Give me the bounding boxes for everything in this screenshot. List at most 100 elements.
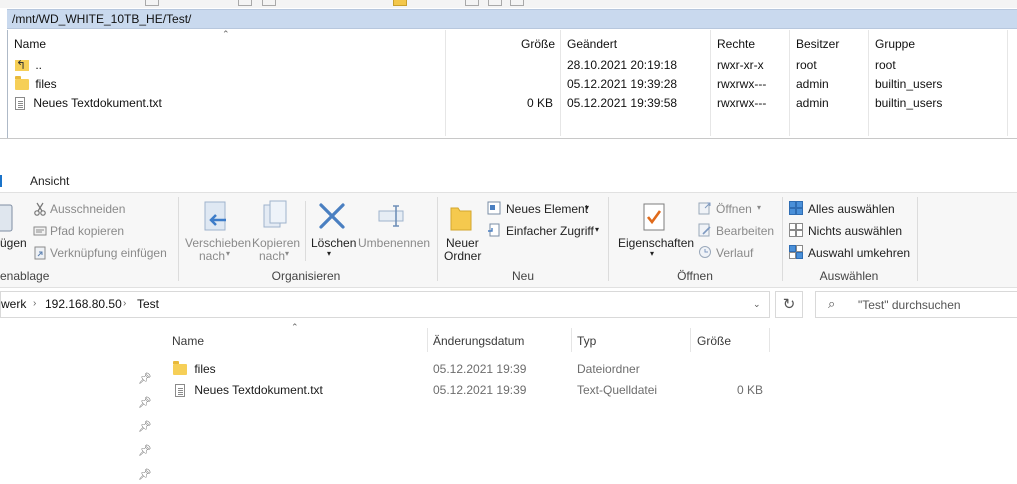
table-row[interactable]: files bbox=[15, 75, 57, 94]
pin-icon[interactable]: 📌︎ bbox=[138, 420, 152, 433]
file-modified: 05.12.2021 19:39:28 bbox=[567, 77, 678, 91]
new-item-button[interactable]: Neues Element bbox=[506, 202, 588, 216]
breadcrumb-folder[interactable]: Test bbox=[137, 297, 159, 311]
toolbar-icon[interactable] bbox=[488, 0, 502, 6]
move-to-label-1[interactable]: Verschieben bbox=[185, 236, 251, 250]
folder-icon[interactable] bbox=[393, 0, 407, 6]
ribbon-group-divider bbox=[917, 197, 918, 281]
item-date: 05.12.2021 19:39 bbox=[433, 362, 527, 376]
column-header-type[interactable]: Typ bbox=[577, 332, 596, 350]
table-row[interactable]: Neues Textdokument.txt bbox=[15, 94, 162, 113]
open-button[interactable]: Öffnen bbox=[716, 202, 752, 216]
column-divider[interactable] bbox=[571, 328, 572, 352]
group-label-select: Auswählen bbox=[819, 269, 879, 283]
delete-button[interactable]: Löschen bbox=[311, 236, 356, 250]
new-folder-label-2[interactable]: Ordner bbox=[444, 249, 481, 263]
column-divider[interactable] bbox=[710, 30, 711, 136]
column-header-rights[interactable]: Rechte bbox=[717, 30, 755, 58]
remote-file-list[interactable]: Name ⌃ Größe Geändert Rechte Besitzer Gr… bbox=[7, 29, 1017, 138]
toolbar-icon[interactable] bbox=[510, 0, 524, 6]
file-name: Neues Textdokument.txt bbox=[33, 96, 162, 110]
column-header-name[interactable]: Name bbox=[14, 30, 46, 58]
item-type: Dateiordner bbox=[577, 362, 640, 376]
column-divider[interactable] bbox=[789, 30, 790, 136]
history-button[interactable]: Verlauf bbox=[716, 246, 753, 260]
column-divider[interactable] bbox=[769, 328, 770, 352]
select-all-button[interactable]: Alles auswählen bbox=[808, 202, 895, 216]
pin-icon[interactable]: 📌︎ bbox=[138, 468, 152, 481]
remote-path-bar[interactable]: /mnt/WD_WHITE_10TB_HE/Test/ bbox=[7, 9, 1017, 29]
file-owner: admin bbox=[796, 96, 829, 110]
table-row[interactable]: .. bbox=[15, 56, 42, 75]
address-bar[interactable]: werk › 192.168.80.50 › Test ⌄ bbox=[0, 291, 770, 318]
rename-button[interactable]: Umbenennen bbox=[358, 236, 430, 250]
file-name: .. bbox=[35, 58, 43, 72]
dropdown-arrow-icon: ▾ bbox=[650, 249, 655, 258]
dropdown-arrow-icon: ▾ bbox=[226, 249, 231, 258]
toolbar-icon[interactable] bbox=[465, 0, 479, 6]
breadcrumb-host[interactable]: 192.168.80.50 bbox=[45, 297, 122, 311]
pin-icon[interactable]: 📌︎ bbox=[138, 372, 152, 385]
column-header-size[interactable]: Größe bbox=[445, 30, 555, 58]
invert-selection-icon bbox=[789, 245, 803, 259]
select-none-icon bbox=[789, 223, 803, 237]
toolbar-icon[interactable] bbox=[262, 0, 276, 6]
chevron-right-icon[interactable]: › bbox=[33, 298, 36, 309]
text-file-icon bbox=[175, 384, 185, 398]
chevron-right-icon[interactable]: › bbox=[123, 298, 126, 309]
breadcrumb-network[interactable]: werk bbox=[1, 297, 26, 311]
easy-access-icon bbox=[488, 223, 500, 237]
file-group: builtin_users bbox=[875, 96, 943, 110]
file-group: root bbox=[875, 58, 896, 72]
sort-ascending-icon: ⌃ bbox=[291, 322, 299, 332]
cut-button[interactable]: Ausschneiden bbox=[50, 202, 125, 216]
properties-button[interactable]: Eigenschaften bbox=[618, 236, 694, 250]
refresh-button[interactable]: ↻ bbox=[775, 291, 803, 318]
pin-icon[interactable]: 📌︎ bbox=[138, 396, 152, 409]
file-rights: rwxrwx--- bbox=[717, 96, 767, 110]
column-header-date[interactable]: Änderungsdatum bbox=[433, 332, 524, 350]
column-header-group[interactable]: Gruppe bbox=[875, 30, 915, 58]
search-box[interactable]: ⌕ "Test" durchsuchen bbox=[815, 291, 1017, 318]
dropdown-arrow-icon: ▾ bbox=[327, 249, 332, 258]
list-item[interactable]: Neues Textdokument.txt bbox=[175, 380, 323, 400]
paste-shortcut-button[interactable]: Verknüpfung einfügen bbox=[50, 246, 167, 260]
toolbar-icon[interactable] bbox=[238, 0, 252, 6]
copy-path-button[interactable]: Pfad kopieren bbox=[50, 224, 124, 238]
copy-to-label-1[interactable]: Kopieren bbox=[252, 236, 300, 250]
navigation-pane[interactable]: 📌︎ 📌︎ 📌︎ 📌︎ 📌︎ bbox=[0, 320, 160, 484]
select-all-icon bbox=[789, 201, 803, 215]
chevron-down-icon[interactable]: ⌄ bbox=[753, 299, 761, 310]
column-divider[interactable] bbox=[1007, 30, 1008, 136]
invert-selection-button[interactable]: Auswahl umkehren bbox=[808, 246, 910, 260]
ribbon: ügen Ausschneiden Pfad kopieren Verknüpf… bbox=[0, 192, 1017, 288]
list-item[interactable]: files bbox=[173, 359, 216, 379]
column-divider[interactable] bbox=[868, 30, 869, 136]
ribbon-item-divider bbox=[305, 201, 306, 261]
move-to-label-2[interactable]: nach bbox=[199, 249, 225, 263]
column-header-modified[interactable]: Geändert bbox=[567, 30, 617, 58]
column-divider[interactable] bbox=[560, 30, 561, 136]
group-label-clipboard: enablage bbox=[0, 269, 50, 283]
toolbar-icon[interactable] bbox=[145, 0, 159, 6]
easy-access-button[interactable]: Einfacher Zugriff bbox=[506, 224, 594, 238]
column-divider[interactable] bbox=[427, 328, 428, 352]
search-input[interactable]: "Test" durchsuchen bbox=[858, 298, 961, 312]
group-label-open: Öffnen bbox=[677, 269, 713, 283]
column-divider[interactable] bbox=[690, 328, 691, 352]
tab-view[interactable]: Ansicht bbox=[30, 174, 69, 188]
column-header-owner[interactable]: Besitzer bbox=[796, 30, 839, 58]
column-header-name[interactable]: Name bbox=[172, 332, 204, 350]
copy-to-label-2[interactable]: nach bbox=[259, 249, 285, 263]
paste-icon[interactable] bbox=[0, 203, 14, 233]
new-folder-label-1[interactable]: Neuer bbox=[446, 236, 479, 250]
folder-icon bbox=[173, 361, 187, 376]
paste-button-label[interactable]: ügen bbox=[0, 236, 27, 250]
edit-button[interactable]: Bearbeiten bbox=[716, 224, 774, 238]
item-name: files bbox=[194, 362, 216, 376]
pin-icon[interactable]: 📌︎ bbox=[138, 444, 152, 457]
ribbon-group-divider bbox=[178, 197, 179, 281]
column-header-size[interactable]: Größe bbox=[697, 332, 731, 350]
refresh-icon: ↻ bbox=[782, 296, 796, 313]
select-none-button[interactable]: Nichts auswählen bbox=[808, 224, 902, 238]
